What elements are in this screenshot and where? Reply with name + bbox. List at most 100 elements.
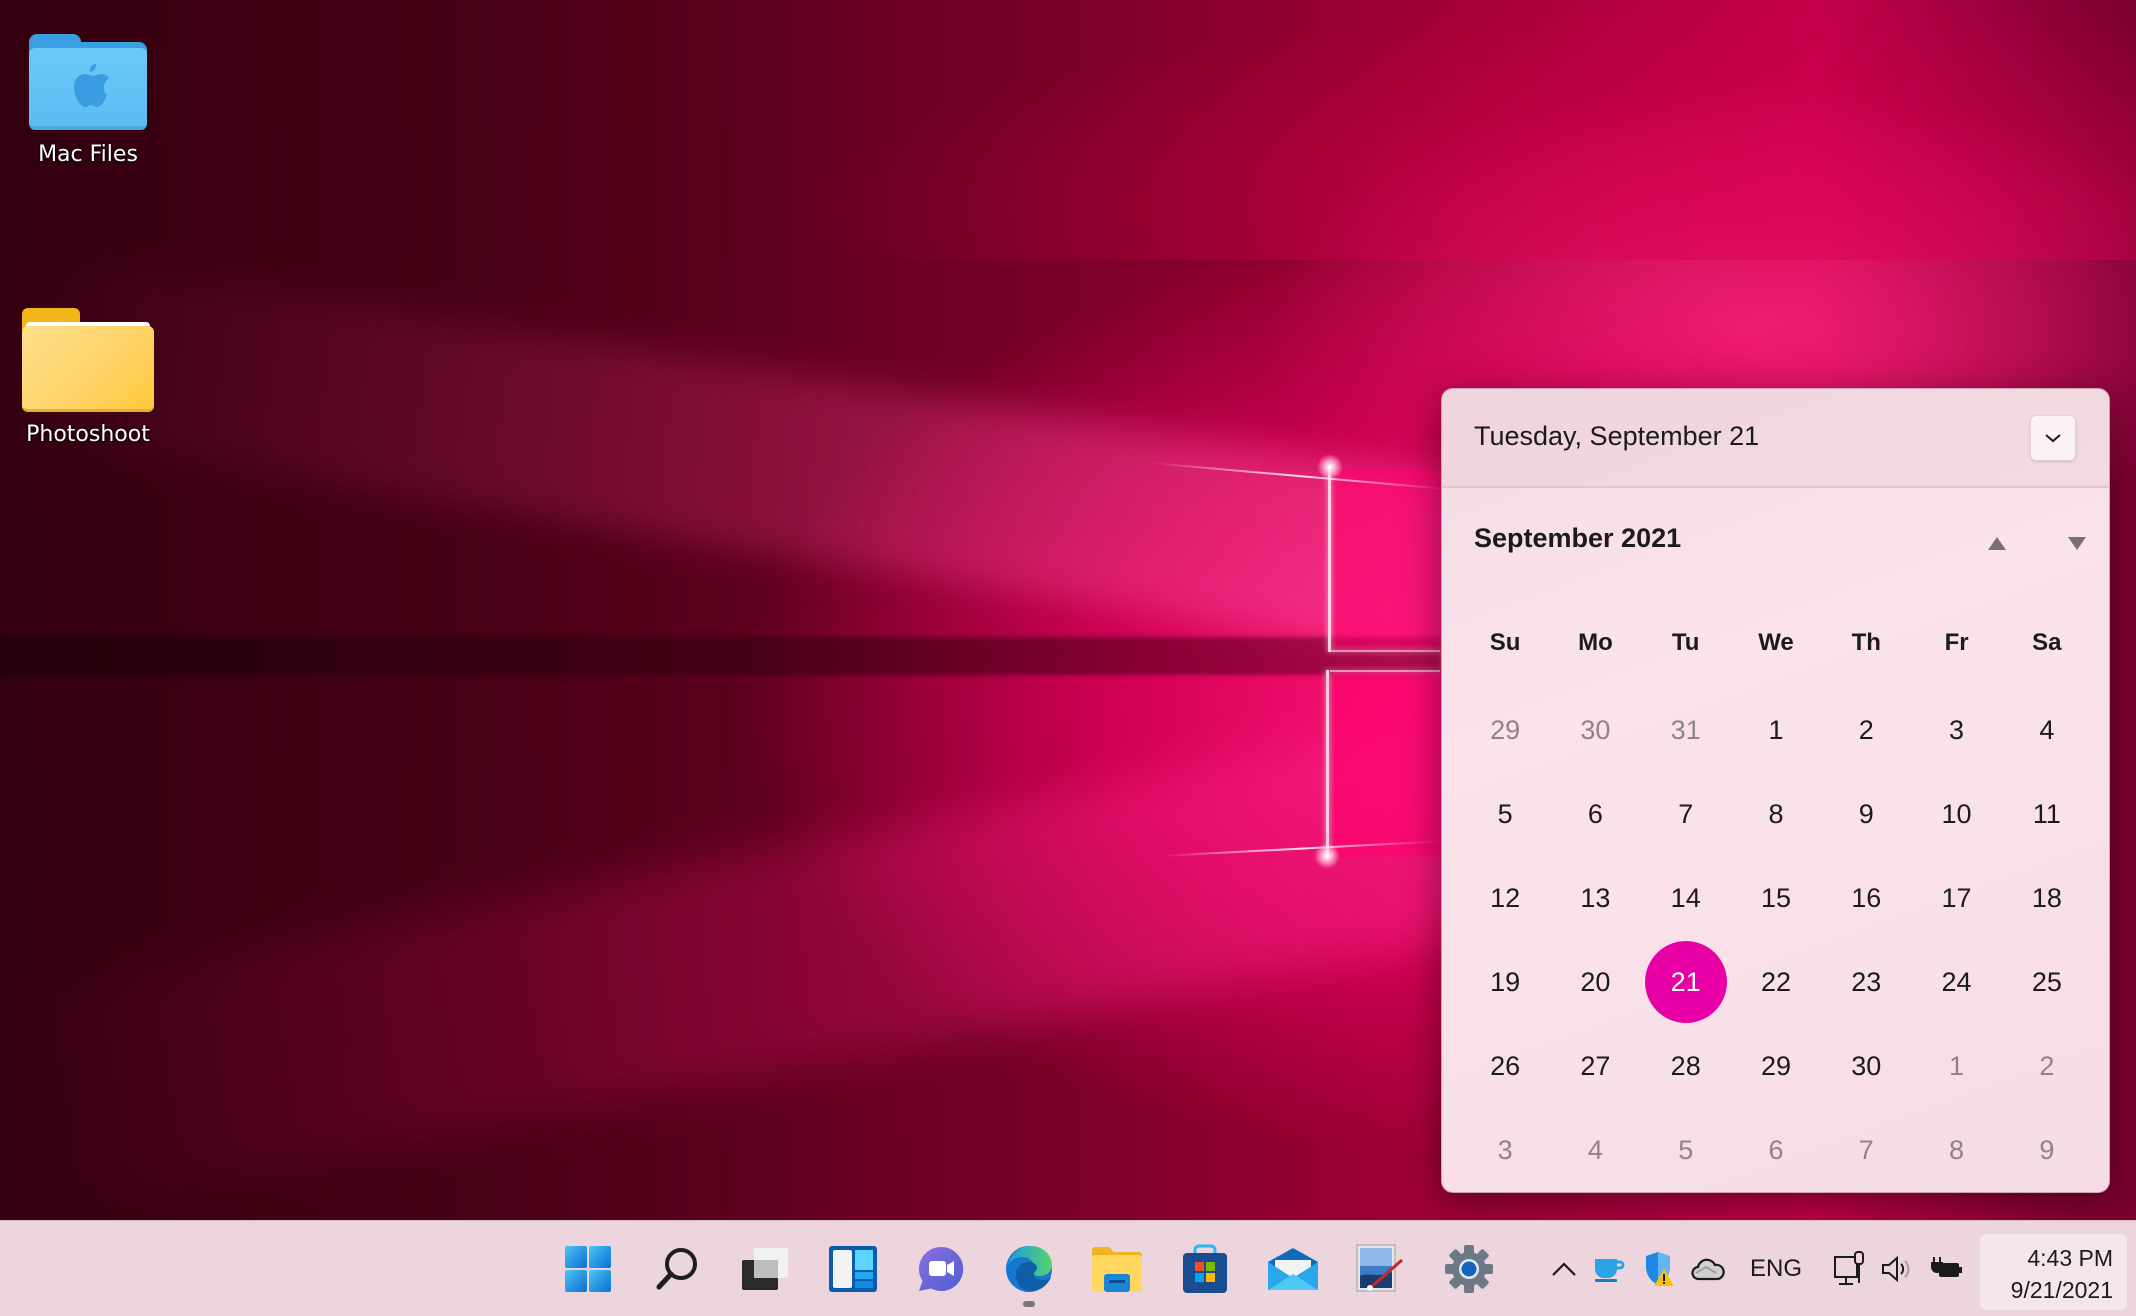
calendar-day[interactable]: 27 — [1550, 1024, 1640, 1108]
calendar-day-adjacent-month[interactable]: 5 — [1641, 1108, 1731, 1192]
calendar-day-adjacent-month[interactable]: 29 — [1460, 688, 1550, 772]
calendar-day-adjacent-month[interactable]: 7 — [1821, 1108, 1911, 1192]
calendar-day[interactable]: 7 — [1641, 772, 1731, 856]
desktop-icon-photoshoot[interactable]: Photoshoot — [18, 308, 158, 447]
day-number: 1 — [1949, 1050, 1965, 1081]
calendar-month-title[interactable]: September 2021 — [1474, 523, 1681, 554]
battery-charging-icon — [1931, 1257, 1962, 1277]
weekday-label: Su — [1489, 629, 1521, 656]
calendar-day[interactable]: 26 — [1460, 1024, 1550, 1108]
calendar-day[interactable]: 30 — [1821, 1024, 1911, 1108]
taskbar-edge-button[interactable] — [989, 1221, 1069, 1316]
desktop-icon-mac-files[interactable]: Mac Files — [18, 30, 158, 167]
taskbar: ENG 4:43 PM 9/21/2021 — [0, 1220, 2136, 1316]
calendar-day[interactable]: 3 — [1911, 688, 2001, 772]
taskbar-paint-button[interactable] — [1340, 1221, 1420, 1316]
day-number: 3 — [1949, 714, 1965, 745]
taskbar-start-button[interactable] — [548, 1221, 628, 1316]
calendar-day-adjacent-month[interactable]: 30 — [1550, 688, 1640, 772]
tray-security-button[interactable] — [1640, 1221, 1678, 1316]
day-number: 17 — [1941, 882, 1972, 913]
calendar-day-today[interactable]: 21 — [1641, 940, 1731, 1024]
calendar-day-adjacent-month[interactable]: 6 — [1731, 1108, 1821, 1192]
triangle-down-icon — [2068, 536, 2086, 550]
calendar-day[interactable]: 22 — [1731, 940, 1821, 1024]
taskbar-settings-button[interactable] — [1429, 1221, 1509, 1316]
onedrive-cloud-icon — [1691, 1258, 1725, 1281]
calendar-day[interactable]: 25 — [2002, 940, 2092, 1024]
day-number: 30 — [1580, 714, 1611, 745]
tray-onedrive-button[interactable] — [1688, 1221, 1728, 1316]
calendar-day-adjacent-month[interactable]: 1 — [1911, 1024, 2001, 1108]
calendar-day[interactable]: 20 — [1550, 940, 1640, 1024]
day-number: 15 — [1760, 882, 1792, 913]
tray-overflow-button[interactable] — [1546, 1221, 1582, 1316]
calendar-day[interactable]: 15 — [1731, 856, 1821, 940]
network-icon — [1834, 1251, 1864, 1285]
calendar-day-adjacent-month[interactable]: 3 — [1460, 1108, 1550, 1192]
taskbar-chat-button[interactable] — [901, 1221, 981, 1316]
taskbar-widgets-button[interactable] — [813, 1221, 893, 1316]
calendar-day[interactable]: 11 — [2002, 772, 2092, 856]
chevron-down-icon — [2045, 434, 2061, 443]
day-number: 14 — [1670, 882, 1701, 913]
calendar-week-row: 29 30 31 1 2 3 4 — [1460, 688, 2092, 772]
day-number: 23 — [1851, 966, 1882, 997]
calendar-day[interactable]: 8 — [1731, 772, 1821, 856]
calendar-day-adjacent-month[interactable]: 2 — [2002, 1024, 2092, 1108]
day-number: 25 — [2031, 966, 2062, 997]
taskbar-task-view-button[interactable] — [725, 1221, 805, 1316]
day-number: 7 — [1678, 798, 1694, 829]
taskbar-file-explorer-button[interactable] — [1077, 1221, 1157, 1316]
calendar-day[interactable]: 17 — [1911, 856, 2001, 940]
calendar-day[interactable]: 16 — [1821, 856, 1911, 940]
calendar-day[interactable]: 24 — [1911, 940, 2001, 1024]
previous-month-button[interactable] — [1977, 523, 2017, 563]
apple-logo-icon — [74, 64, 109, 107]
calendar-month-row: September 2021 — [1474, 523, 2086, 563]
calendar-day[interactable]: 14 — [1641, 856, 1731, 940]
calendar-day[interactable]: 1 — [1731, 688, 1821, 772]
calendar-day[interactable]: 6 — [1550, 772, 1640, 856]
taskbar-clock[interactable]: 4:43 PM 9/21/2021 — [1980, 1234, 2127, 1310]
calendar-day-adjacent-month[interactable]: 9 — [2002, 1108, 2092, 1192]
calendar-day[interactable]: 18 — [2002, 856, 2092, 940]
taskbar-mail-button[interactable] — [1253, 1221, 1333, 1316]
tray-volume-button[interactable] — [1878, 1221, 1916, 1316]
calendar-day[interactable]: 23 — [1821, 940, 1911, 1024]
calendar-week-row: 19 20 21 22 23 24 25 — [1460, 940, 2092, 1024]
calendar-day[interactable]: 10 — [1911, 772, 2001, 856]
calendar-day[interactable]: 28 — [1641, 1024, 1731, 1108]
running-indicator — [1023, 1301, 1035, 1307]
calendar-day[interactable]: 2 — [1821, 688, 1911, 772]
next-month-button[interactable] — [2057, 523, 2097, 563]
calendar-day[interactable]: 12 — [1460, 856, 1550, 940]
day-number: 18 — [2031, 882, 2062, 913]
day-number: 6 — [1587, 798, 1603, 829]
day-number: 6 — [1768, 1134, 1784, 1165]
calendar-day-adjacent-month[interactable]: 8 — [1911, 1108, 2001, 1192]
taskbar-search-button[interactable] — [637, 1221, 717, 1316]
calendar-day[interactable]: 5 — [1460, 772, 1550, 856]
day-number: 29 — [1490, 714, 1521, 745]
calendar-day[interactable]: 13 — [1550, 856, 1640, 940]
folder-icon — [22, 308, 154, 412]
weekday-header-row: Su Mo Tu We Th Fr Sa — [1460, 629, 2092, 657]
tray-language-button[interactable]: ENG — [1746, 1221, 1806, 1316]
calendar-day[interactable]: 29 — [1731, 1024, 1821, 1108]
calendar-day[interactable]: 19 — [1460, 940, 1550, 1024]
calendar-collapse-button[interactable] — [2030, 415, 2076, 461]
day-number: 13 — [1580, 882, 1611, 913]
mail-icon — [1268, 1248, 1318, 1290]
calendar-day-adjacent-month[interactable]: 4 — [1550, 1108, 1640, 1192]
calendar-day-adjacent-month[interactable]: 31 — [1641, 688, 1731, 772]
tray-battery-button[interactable] — [1928, 1221, 1968, 1316]
calendar-day[interactable]: 4 — [2002, 688, 2092, 772]
desktop-icon-label: Photoshoot — [26, 422, 150, 447]
tray-teams-icon-button[interactable] — [1590, 1221, 1628, 1316]
tray-network-button[interactable] — [1830, 1221, 1870, 1316]
taskbar-store-button[interactable] — [1165, 1221, 1245, 1316]
widgets-icon — [829, 1246, 877, 1292]
desktop-icon-label: Mac Files — [38, 142, 138, 167]
calendar-day[interactable]: 9 — [1821, 772, 1911, 856]
